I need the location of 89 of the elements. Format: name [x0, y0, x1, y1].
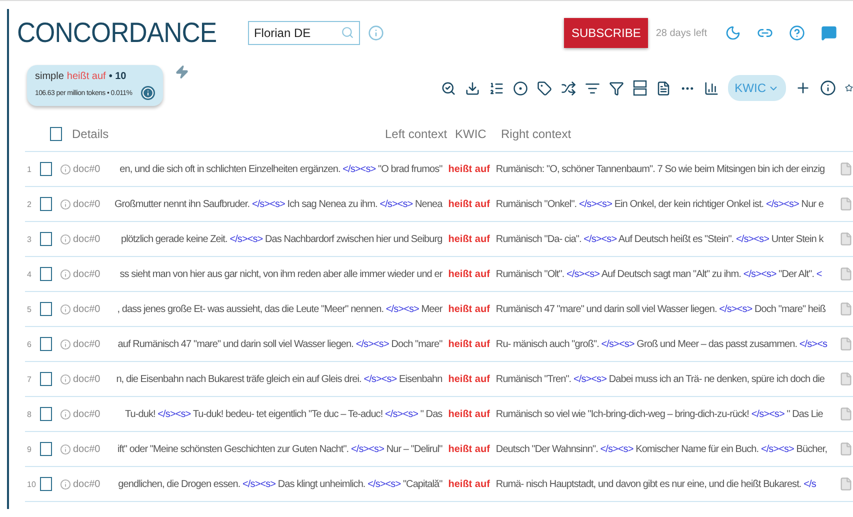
keyword: heißt auf	[448, 268, 490, 280]
keyword: heißt auf	[448, 408, 490, 420]
row-checkbox[interactable]	[40, 407, 52, 421]
filter-icon[interactable]	[608, 80, 624, 96]
left-context: plötzlich gerade keine Zeit. </s><s> Das Nachbardorf zwischen hier und Seiburg	[120, 234, 442, 244]
left-context: , dass jenes große Et- was aussieht, das die Leute "Meer" nennen. </s><s> Meer	[116, 304, 442, 314]
document-icon[interactable]	[656, 80, 671, 96]
row-number: 8	[26, 410, 32, 418]
right-context: Ru- mänisch auch "groß". </s><s> Groß und Meer – das passt zusammen. </s><s	[496, 338, 828, 350]
column-header: Details	[72, 127, 110, 141]
row-number: 7	[26, 374, 32, 384]
left-context: ss sieht man von hier aus gar nicht, von ihm reden aber alle immer wieder und er	[118, 268, 442, 280]
page-title: CONCORDANCE	[17, 17, 217, 49]
list-icon[interactable]	[488, 80, 504, 96]
keyword: heißt auf	[448, 198, 490, 210]
search-field[interactable]: Florian DE	[248, 21, 360, 45]
search-icon[interactable]	[440, 80, 456, 96]
keyword: heißt auf	[448, 374, 490, 384]
row-number: 9	[26, 444, 32, 454]
row-checkbox[interactable]	[40, 442, 52, 456]
right-context: Rumänisch "Da- cia". </s><s> Auf Deutsch heißt es "Stein". </s><s> Unter Stein k	[496, 234, 825, 244]
keyword: heißt auf	[448, 234, 490, 244]
info-icon[interactable]	[820, 80, 836, 96]
left-context: gendlichen, die Drogen essen. </s><s> Das klingt unheimlich. </s><s> "Capitală"	[117, 478, 442, 490]
row-checkbox[interactable]	[40, 372, 52, 386]
keyword: heißt auf	[448, 164, 490, 174]
row-number: 1	[26, 164, 32, 174]
document-id[interactable]: doc#0	[73, 268, 100, 280]
download-icon[interactable]	[464, 80, 480, 96]
row-number: 6	[26, 340, 32, 348]
document-id[interactable]: doc#0	[73, 198, 100, 210]
row-number: 10	[26, 480, 37, 488]
row-checkbox[interactable]	[40, 477, 52, 491]
circle-icon[interactable]	[512, 80, 528, 96]
right-context: Rumä- nisch Hauptstadt, und davon gibt es nur eine, und die heißt Bukarest. </s	[496, 478, 817, 490]
row-number: 2	[26, 200, 32, 208]
keyword: heißt auf	[448, 304, 490, 314]
query-type: simple	[35, 71, 64, 82]
column-header: Left context	[385, 127, 448, 141]
bar-chart-icon[interactable]	[704, 80, 719, 96]
document-id[interactable]: doc#0	[73, 374, 100, 384]
right-context: Rumänisch so viel wie "Ich-bring-dich-weg – bring-dich-zu-rück! </s><s> " Das Lie	[496, 408, 824, 420]
document-id[interactable]: doc#0	[73, 164, 100, 174]
right-context: Rumänisch 47 "mare" und darin soll viel Wasser liegen. </s><s> Doch "mare" heiß	[496, 304, 827, 314]
tag-icon[interactable]	[536, 80, 552, 96]
lightning-icon[interactable]	[175, 65, 189, 79]
right-context: Deutsch "Der Wahnsinn". </s><s> Komischer Name für ein Buch. </s><s> Bücher,	[496, 444, 828, 454]
sort-icon[interactable]	[584, 80, 600, 96]
keyword: heißt auf	[448, 444, 490, 454]
row-number: 4	[26, 270, 32, 278]
moon-icon[interactable]	[725, 25, 741, 41]
hit-count: • 10	[108, 71, 126, 82]
subscribe-button[interactable]: SUBSCRIBE	[564, 18, 648, 48]
column-header: Right context	[501, 127, 572, 141]
document-id[interactable]: doc#0	[73, 444, 100, 454]
left-context: Tu-duk! </s><s> Tu-duk! bedeu- tet eigentlich "Te duc – Te-aduc! </s><s> " Das	[124, 408, 442, 420]
left-context: n, die Eisenbahn nach Bukarest träfe gleich ein auf Gleis drei. </s><s> Eisenbahn	[115, 374, 442, 384]
keyword: heißt auf	[448, 338, 490, 350]
trial-days-text: 28 days left	[656, 28, 707, 38]
query-text: heißt auf	[66, 71, 106, 82]
left-context: ift" oder "Meine schönsten Geschichten zur Guten Nacht". </s><s> Nur – "Delirul"	[116, 444, 442, 454]
plus-icon[interactable]	[795, 80, 811, 96]
row-number: 5	[26, 304, 32, 314]
row-checkbox[interactable]	[40, 267, 52, 281]
view-mode-dropdown[interactable]: KWIC	[728, 75, 786, 101]
row-checkbox[interactable]	[40, 232, 52, 246]
row-checkbox[interactable]	[40, 162, 52, 176]
right-context: Rumänisch "Olt". </s><s> Auf Deutsch sagt man "Alt" zu ihm. </s><s> "Der Alt". <	[496, 268, 823, 280]
help-icon[interactable]	[789, 25, 805, 41]
right-context: Rumänisch "Onkel". </s><s> Ein Onkel, der kein richtiger Onkel ist. </s><s> Nur e	[496, 198, 825, 210]
document-id[interactable]: doc#0	[73, 338, 100, 350]
column-header: KWIC	[455, 127, 488, 141]
select-all-checkbox[interactable]	[50, 127, 62, 141]
row-checkbox[interactable]	[40, 197, 52, 211]
row-number: 3	[26, 234, 32, 244]
message-icon[interactable]	[821, 25, 837, 41]
document-id[interactable]: doc#0	[73, 408, 100, 420]
row-checkbox[interactable]	[40, 302, 52, 316]
right-context: Rumänisch "Tren". </s><s> Dabei muss ich an Trä- ne denken, spüre ich doch die	[496, 374, 826, 384]
document-id[interactable]: doc#0	[73, 478, 100, 490]
left-context: auf Rumänisch 47 "mare" und darin soll viel Wasser liegen. </s><s> Doch "mare"	[116, 338, 442, 350]
left-context: Großmutter nennt ihn Saufbruder. </s><s> Ich sag Nenea zu ihm. </s><s> Nenea	[113, 198, 442, 210]
document-id[interactable]: doc#0	[73, 304, 100, 314]
row-checkbox[interactable]	[40, 337, 52, 351]
left-context: en, und die sich oft in schlichten Einzelheiten ergänzen. </s><s> "O brad frumos"	[118, 164, 442, 174]
document-id[interactable]: doc#0	[73, 234, 100, 244]
right-context: Rumänisch: "O, schöner Tannenbaum". 7 So wie beim Mitsingen bin ich der einzig	[496, 164, 826, 174]
keyword: heißt auf	[448, 478, 490, 490]
shuffle-icon[interactable]	[560, 80, 576, 96]
